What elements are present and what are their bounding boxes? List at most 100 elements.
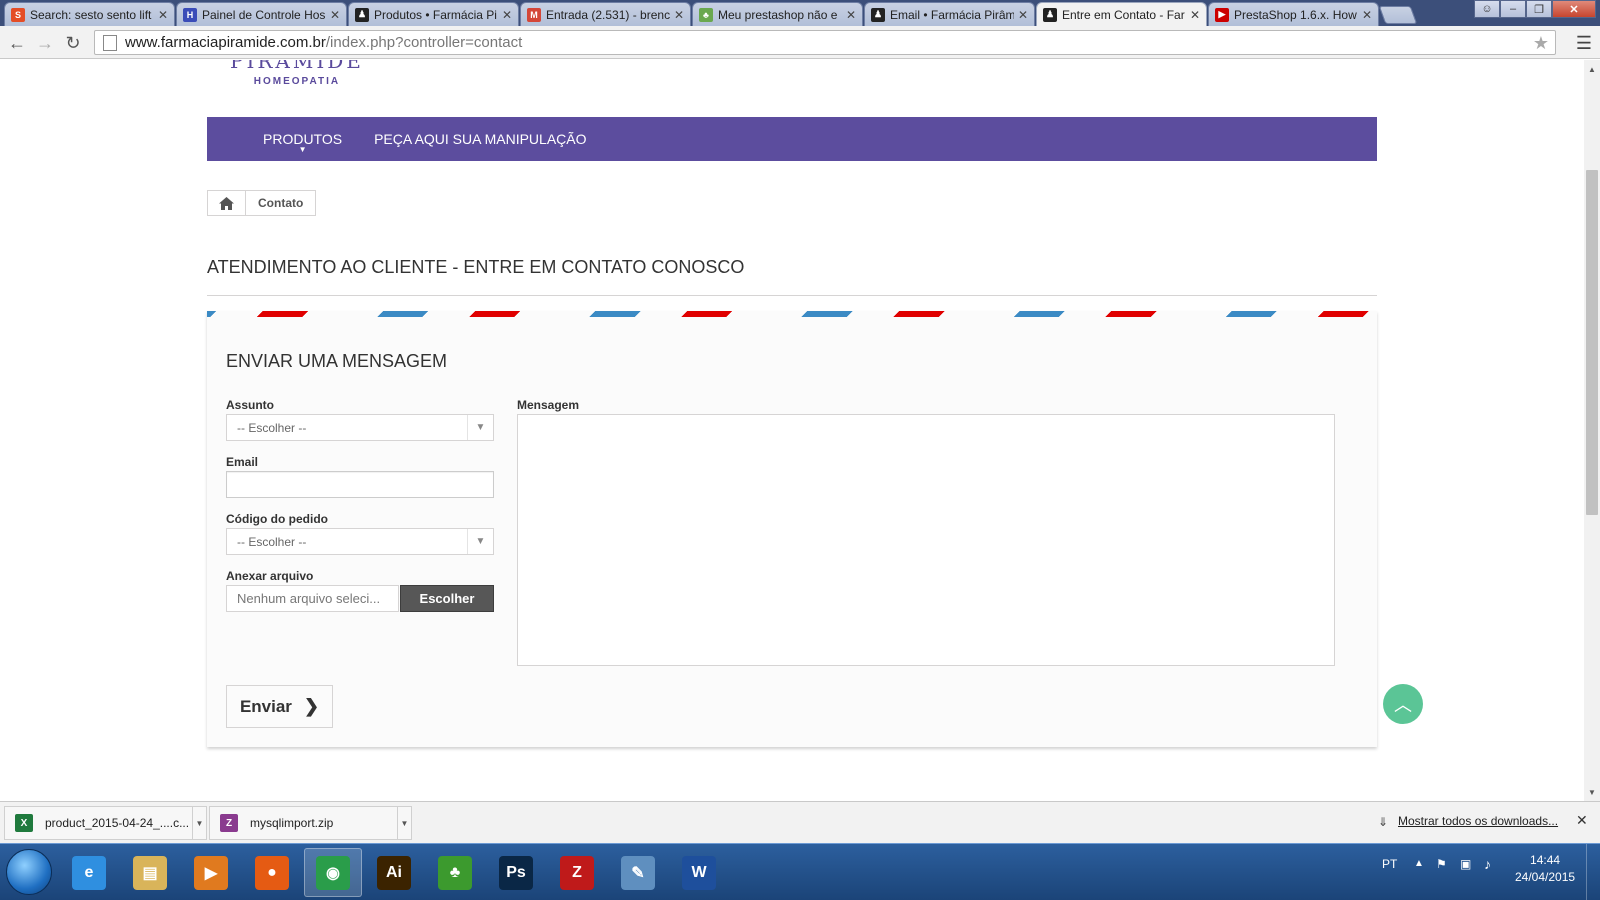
scroll-up-icon[interactable]: ▲ — [1584, 62, 1600, 76]
forward-icon[interactable]: → — [34, 32, 56, 54]
message-label: Mensagem — [517, 398, 580, 412]
favicon-icon: ♟ — [871, 7, 885, 22]
windows-taskbar: e ▤ ▶ ● ◉ Ai ♣ Ps Z ✎ W PT ▲ ⚑ ▣ ♪ 14:44 24/04/201… — [0, 843, 1600, 900]
browser-tab[interactable]: M Entrada (2.531) - brenc ✕ — [520, 2, 691, 26]
back-icon[interactable]: ← — [6, 32, 28, 54]
nav-item-produtos[interactable]: PRODUTOS ▼ — [263, 131, 342, 154]
browser-tab[interactable]: S Search: sesto sento lift ✕ — [4, 2, 175, 26]
download-icon: ⇓ — [1378, 815, 1389, 829]
taskbar-app-firefox[interactable]: ● — [243, 848, 301, 897]
scroll-to-top-button[interactable]: ︿ — [1383, 684, 1423, 724]
show-all-downloads-link[interactable]: Mostrar todos os downloads... — [1398, 814, 1558, 828]
window-controls: ☺ – ❐ ✕ — [1474, 0, 1596, 18]
form-title: ENVIAR UMA MENSAGEM — [226, 351, 448, 371]
home-icon[interactable] — [208, 191, 246, 215]
send-button-label: Enviar — [239, 696, 292, 716]
address-bar[interactable]: www.farmaciapiramide.com.br/index.php?co… — [94, 30, 1556, 55]
taskbar-app-notepad[interactable]: ✎ — [609, 848, 667, 897]
language-indicator[interactable]: PT — [1382, 857, 1397, 871]
filezilla-icon: Z — [560, 855, 594, 890]
clover-icon: ♣ — [438, 855, 472, 890]
tab-title: Painel de Controle Hos — [202, 7, 326, 22]
close-tab-icon[interactable]: ✕ — [1018, 8, 1028, 22]
taskbar-app-photoshop[interactable]: Ps — [487, 848, 545, 897]
close-window-button[interactable]: ✕ — [1552, 0, 1596, 18]
message-textarea[interactable] — [517, 414, 1335, 666]
photoshop-icon: Ps — [499, 855, 533, 890]
chevron-down-icon[interactable]: ▼ — [397, 807, 411, 839]
close-tab-icon[interactable]: ✕ — [502, 8, 512, 22]
file-explorer-icon: ▤ — [133, 855, 167, 890]
attach-filename[interactable]: Nenhum arquivo seleci... — [226, 585, 399, 612]
taskbar-app-filezilla[interactable]: Z — [548, 848, 606, 897]
choose-file-button[interactable]: Escolher — [400, 585, 494, 612]
tab-title: PrestaShop 1.6.x. How — [1234, 7, 1357, 22]
browser-tab[interactable]: ♣ Meu prestashop não e ✕ — [692, 2, 863, 26]
taskbar-app-media-player[interactable]: ▶ — [182, 848, 240, 897]
breadcrumb: Contato — [207, 190, 317, 216]
reload-icon[interactable]: ↻ — [62, 32, 84, 54]
close-tab-icon[interactable]: ✕ — [1362, 8, 1372, 22]
nav-item-manipulacao[interactable]: PEÇA AQUI SUA MANIPULAÇÃO — [374, 131, 586, 147]
page-viewport: PIRAMIDE HOMEOPATIA PRODUTOS ▼ PEÇA AQUI… — [0, 60, 1584, 801]
send-button[interactable]: Enviar ❯ — [226, 685, 333, 728]
taskbar-app-word[interactable]: W — [670, 848, 728, 897]
site-logo[interactable]: PIRAMIDE HOMEOPATIA — [230, 60, 364, 87]
main-navigation: PRODUTOS ▼ PEÇA AQUI SUA MANIPULAÇÃO — [207, 117, 1377, 161]
close-icon[interactable]: ✕ — [1576, 812, 1588, 829]
tab-title: Entre em Contato - Far — [1062, 7, 1185, 22]
start-button[interactable] — [6, 849, 52, 895]
order-code-select[interactable]: -- Escolher -- ▼ — [226, 528, 494, 555]
download-shelf: Xproduct_2015-04-24_....c... ▼ Zmysqlimpor… — [0, 801, 1600, 843]
tab-title: Produtos • Farmácia Pi — [374, 7, 497, 22]
browser-tab[interactable]: ♟ Produtos • Farmácia Pi ✕ — [348, 2, 519, 26]
flag-icon[interactable]: ⚑ — [1436, 857, 1447, 871]
show-desktop-button[interactable] — [1586, 844, 1600, 900]
url-host: www.farmaciapiramide.com.br — [125, 34, 326, 51]
taskbar-app-internet-explorer[interactable]: e — [60, 848, 118, 897]
url-path: /index.php?controller=contact — [325, 34, 523, 51]
browser-tab[interactable]: ♟ Email • Farmácia Pirâm ✕ — [864, 2, 1035, 26]
favicon-icon: ♟ — [1043, 7, 1057, 22]
browser-tab[interactable]: ▶ PrestaShop 1.6.x. How ✕ — [1208, 2, 1379, 26]
browser-tab[interactable]: H Painel de Controle Hos ✕ — [176, 2, 347, 26]
chevron-down-icon[interactable]: ▼ — [192, 807, 206, 839]
minimize-button[interactable]: – — [1500, 0, 1526, 18]
chevron-down-icon: ▼ — [467, 529, 493, 554]
taskbar-app-file-explorer[interactable]: ▤ — [121, 848, 179, 897]
new-tab-button[interactable] — [1378, 6, 1418, 24]
favicon-icon: ♟ — [355, 7, 369, 22]
close-tab-icon[interactable]: ✕ — [674, 8, 684, 22]
favicon-icon: H — [183, 7, 197, 22]
taskbar-app-illustrator[interactable]: Ai — [365, 848, 423, 897]
download-item[interactable]: Zmysqlimport.zip ▼ — [209, 806, 412, 840]
close-tab-icon[interactable]: ✕ — [1190, 8, 1200, 22]
clock[interactable]: 14:44 24/04/2015 — [1515, 852, 1575, 886]
close-tab-icon[interactable]: ✕ — [158, 8, 168, 22]
taskbar-app-clover[interactable]: ♣ — [426, 848, 484, 897]
tab-list: S Search: sesto sento lift ✕ H Painel de Con… — [4, 2, 1418, 26]
subject-select[interactable]: -- Escolher -- ▼ — [226, 414, 494, 441]
taskbar-app-chrome[interactable]: ◉ — [304, 848, 362, 897]
scrollbar-thumb[interactable] — [1586, 170, 1598, 515]
email-field[interactable] — [226, 471, 494, 498]
close-tab-icon[interactable]: ✕ — [330, 8, 340, 22]
firefox-icon: ● — [255, 855, 289, 890]
maximize-button[interactable]: ❐ — [1526, 0, 1552, 18]
logo-main-text: PIRAMIDE — [230, 60, 364, 68]
bookmark-star-icon[interactable]: ★ — [1533, 33, 1549, 54]
favicon-icon: ▶ — [1215, 7, 1229, 22]
chevron-down-icon: ▼ — [467, 415, 493, 440]
favicon-icon: S — [11, 7, 25, 22]
tray-expand-icon[interactable]: ▲ — [1414, 858, 1424, 869]
volume-icon[interactable]: ♪ — [1484, 856, 1491, 872]
user-icon[interactable]: ☺ — [1474, 0, 1500, 18]
page-scrollbar[interactable]: ▲ ▼ — [1584, 60, 1600, 801]
download-item[interactable]: Xproduct_2015-04-24_....c... ▼ — [4, 806, 207, 840]
close-tab-icon[interactable]: ✕ — [846, 8, 856, 22]
browser-tab[interactable]: ♟ Entre em Contato - Far ✕ — [1036, 2, 1207, 26]
browser-toolbar: ← → ↻ www.farmaciapiramide.com.br/index.… — [0, 26, 1600, 59]
scroll-down-icon[interactable]: ▼ — [1584, 785, 1600, 799]
browser-menu-icon[interactable]: ☰ — [1576, 33, 1592, 54]
network-icon[interactable]: ▣ — [1460, 857, 1471, 871]
